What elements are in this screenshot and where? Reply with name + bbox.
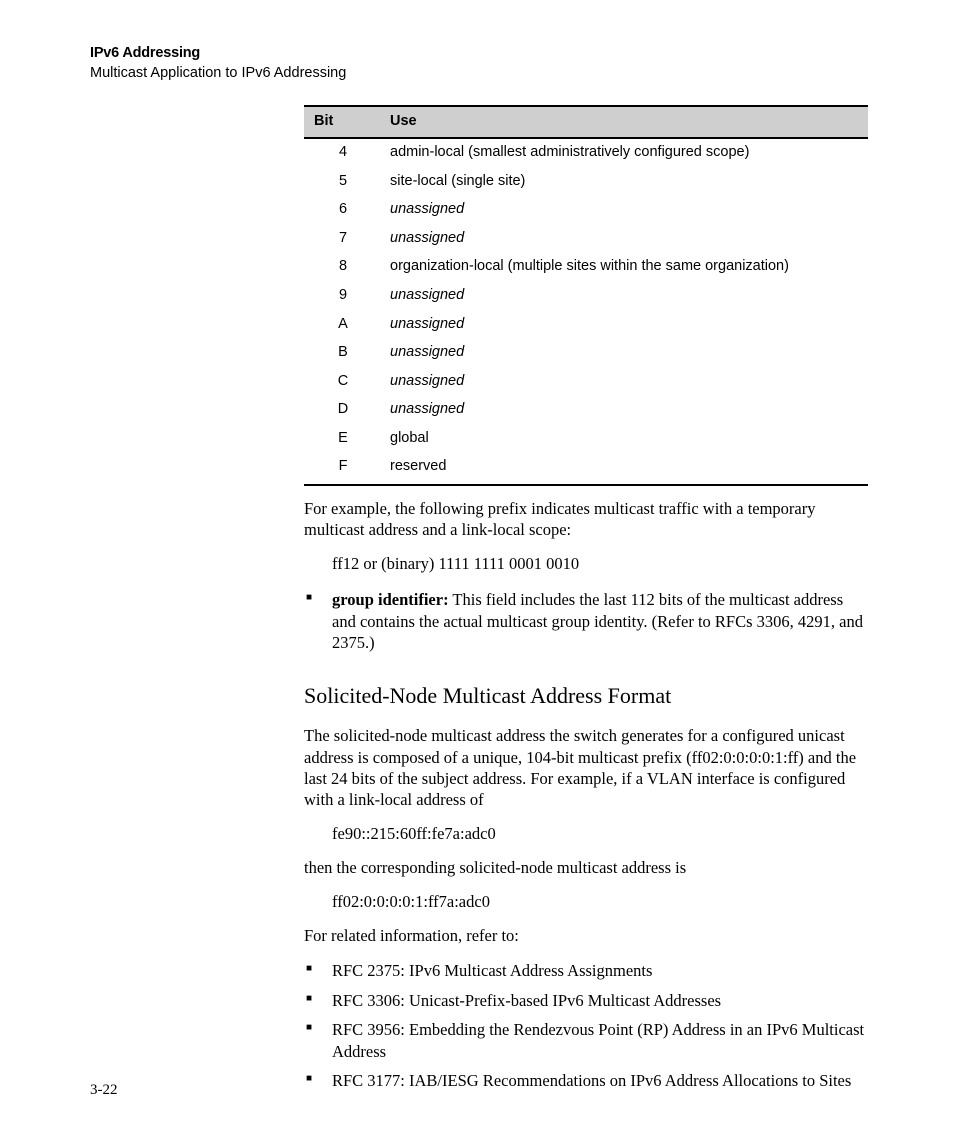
table-row: 9unassigned	[304, 282, 868, 311]
code-line-fe90: fe90::215:60ff:fe7a:adc0	[332, 823, 868, 845]
table-cell-bit: D	[304, 396, 380, 425]
table-row: Freserved	[304, 453, 868, 485]
page-number: 3-22	[90, 1082, 118, 1099]
paragraph-related: For related information, refer to:	[304, 925, 868, 946]
paragraph-example: For example, the following prefix indica…	[304, 498, 868, 541]
table-body: 4admin-local (smallest administratively …	[304, 138, 868, 485]
bit-use-table: Bit Use 4admin-local (smallest administr…	[304, 105, 868, 486]
table-row: 8organization-local (multiple sites with…	[304, 253, 868, 282]
table-cell-use: organization-local (multiple sites withi…	[380, 253, 868, 282]
section-heading: Solicited-Node Multicast Address Format	[304, 681, 868, 711]
table-cell-bit: B	[304, 339, 380, 368]
content-column: Bit Use 4admin-local (smallest administr…	[304, 105, 868, 1091]
table-row: 7unassigned	[304, 224, 868, 253]
table-row: 6unassigned	[304, 196, 868, 225]
table-cell-use: reserved	[380, 453, 868, 485]
table-row: Dunassigned	[304, 396, 868, 425]
table-cell-use: unassigned	[380, 310, 868, 339]
bullet-list-group: group identifier: This field includes th…	[304, 589, 868, 653]
header-subtitle: Multicast Application to IPv6 Addressing	[90, 64, 864, 84]
list-item: RFC 3306: Unicast-Prefix-based IPv6 Mult…	[304, 990, 868, 1011]
table-header-bit: Bit	[304, 106, 380, 138]
bullet-group-label: group identifier:	[332, 590, 449, 609]
table-cell-use: unassigned	[380, 396, 868, 425]
table-cell-bit: 4	[304, 138, 380, 168]
table-row: Bunassigned	[304, 339, 868, 368]
code-line-ff12: ff12 or (binary) 1111 1111 0001 0010	[332, 553, 868, 575]
table-cell-bit: 5	[304, 167, 380, 196]
table-row: 5site-local (single site)	[304, 167, 868, 196]
paragraph-solicited: The solicited-node multicast address the…	[304, 725, 868, 811]
list-item: RFC 2375: IPv6 Multicast Address Assignm…	[304, 960, 868, 981]
table-cell-use: unassigned	[380, 367, 868, 396]
table-cell-use: unassigned	[380, 339, 868, 368]
table-row: 4admin-local (smallest administratively …	[304, 138, 868, 168]
rfc-list: RFC 2375: IPv6 Multicast Address Assignm…	[304, 960, 868, 1091]
table-cell-bit: 7	[304, 224, 380, 253]
table-cell-use: unassigned	[380, 282, 868, 311]
table-cell-bit: 6	[304, 196, 380, 225]
table-row: Cunassigned	[304, 367, 868, 396]
table-cell-bit: A	[304, 310, 380, 339]
table-cell-bit: C	[304, 367, 380, 396]
list-item: RFC 3177: IAB/IESG Recommendations on IP…	[304, 1070, 868, 1091]
paragraph-then: then the corresponding solicited-node mu…	[304, 857, 868, 878]
table-cell-bit: 8	[304, 253, 380, 282]
table-cell-use: admin-local (smallest administratively c…	[380, 138, 868, 168]
table-cell-use: global	[380, 424, 868, 453]
table-row: Eglobal	[304, 424, 868, 453]
table-cell-use: unassigned	[380, 224, 868, 253]
table-cell-bit: 9	[304, 282, 380, 311]
running-header: IPv6 Addressing Multicast Application to…	[90, 44, 864, 83]
table-header-use: Use	[380, 106, 868, 138]
page: IPv6 Addressing Multicast Application to…	[0, 0, 954, 1145]
table-cell-bit: F	[304, 453, 380, 485]
list-item: RFC 3956: Embedding the Rendezvous Point…	[304, 1019, 868, 1062]
table-cell-use: unassigned	[380, 196, 868, 225]
bullet-group-identifier: group identifier: This field includes th…	[304, 589, 868, 653]
header-title: IPv6 Addressing	[90, 44, 864, 64]
table-cell-bit: E	[304, 424, 380, 453]
table-cell-use: site-local (single site)	[380, 167, 868, 196]
table-row: Aunassigned	[304, 310, 868, 339]
code-line-ff02: ff02:0:0:0:0:1:ff7a:adc0	[332, 891, 868, 913]
